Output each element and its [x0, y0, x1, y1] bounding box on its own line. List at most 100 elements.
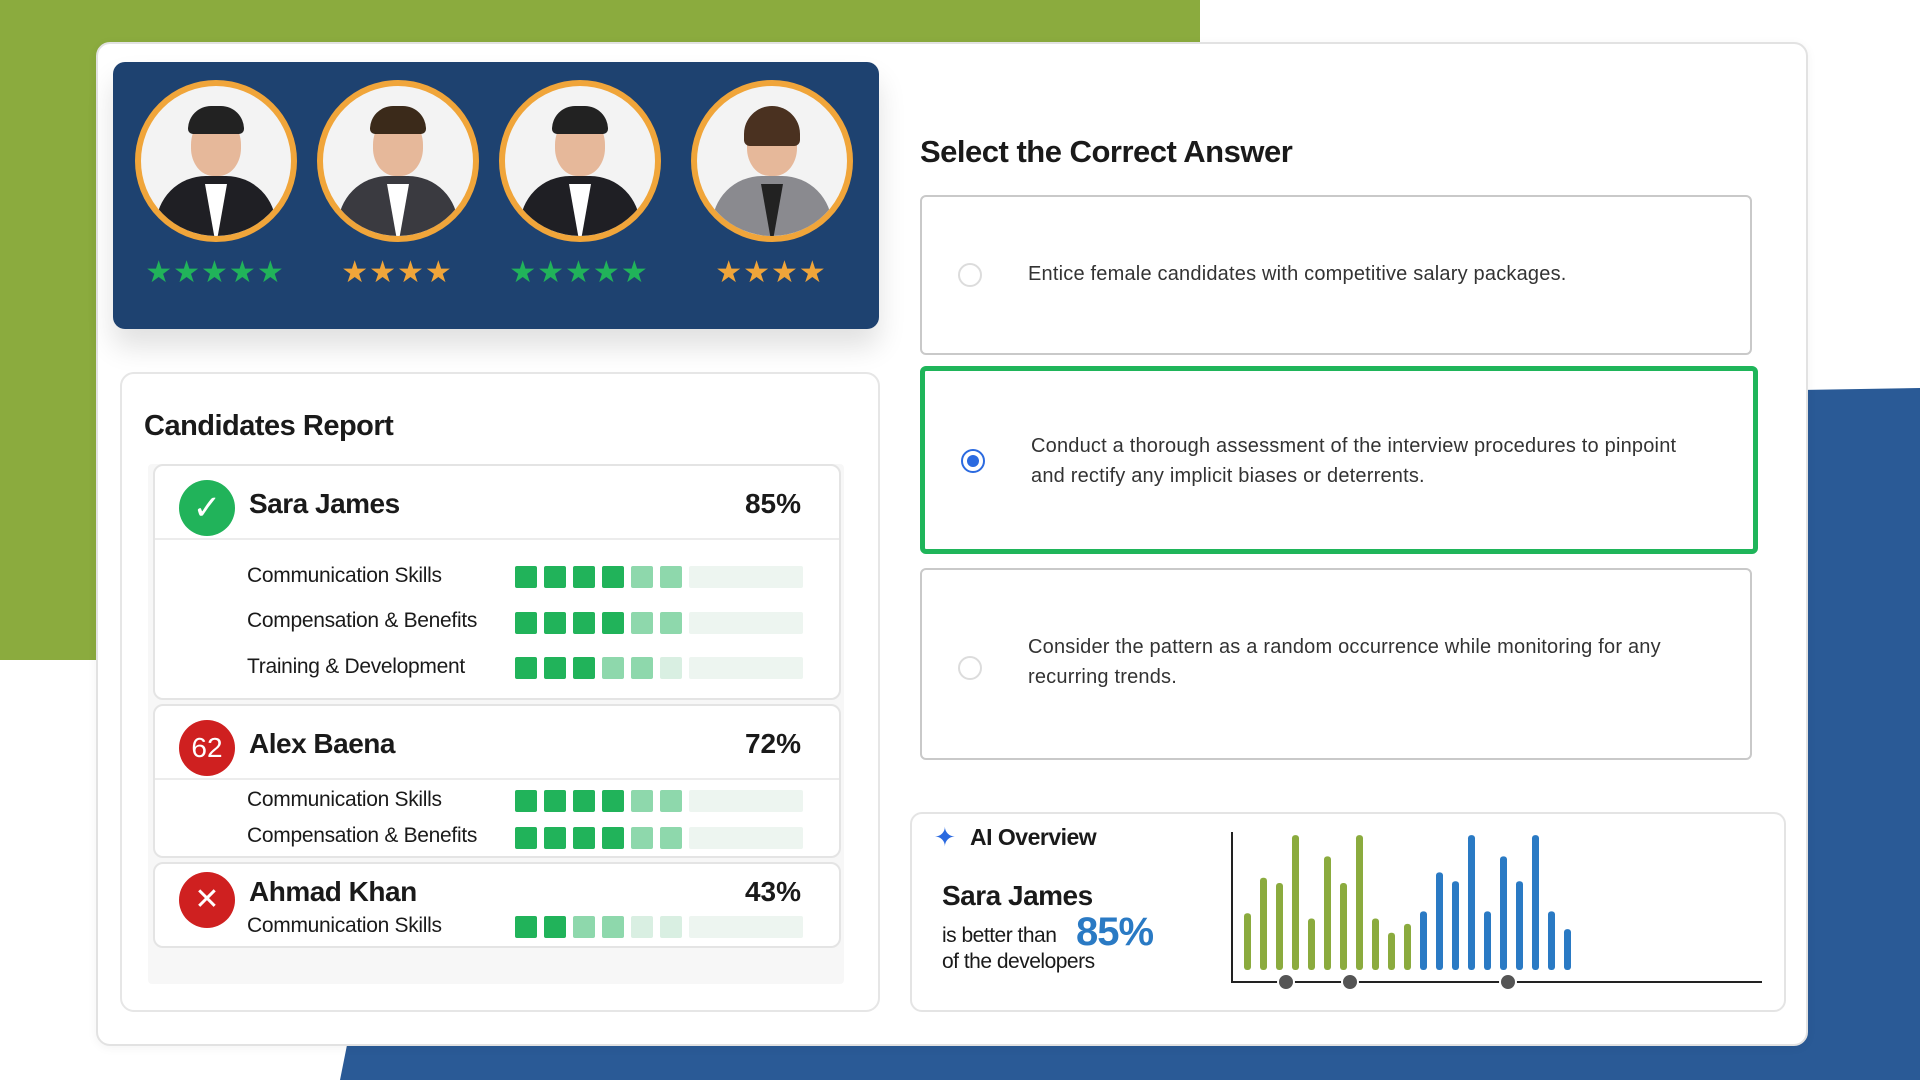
skill-bar-segment: [631, 566, 653, 588]
answer-option-3[interactable]: Consider the pattern as a random occurre…: [920, 568, 1752, 760]
skill-bar-segment: [573, 827, 595, 849]
skill-bar: [515, 790, 803, 812]
skill-bar-segment: [544, 827, 566, 849]
candidate-avatars-panel: ★★★★★ ★★★★ ★★★★★ ★★★★: [113, 62, 879, 329]
chart-bar: [1308, 918, 1315, 970]
skill-bar-segment: [602, 566, 624, 588]
answer-option-2[interactable]: Conduct a thorough assessment of the int…: [920, 366, 1758, 554]
candidate-card[interactable]: ✕ Ahmad Khan 43% Communication Skills: [153, 862, 841, 948]
chart-bar: [1500, 856, 1507, 970]
candidate-name: Sara James: [249, 488, 400, 519]
skill-bar-segment: [631, 827, 653, 849]
skill-bar-segment: [660, 916, 682, 938]
avatar: [317, 80, 479, 242]
chart-bar: [1436, 872, 1443, 970]
chart-bar: [1388, 932, 1395, 970]
skill-label: Training & Development: [247, 655, 465, 678]
question-title: Select the Correct Answer: [920, 134, 1293, 169]
skill-bar-segment: [515, 657, 537, 679]
avatar: [499, 80, 661, 242]
report-title: Candidates Report: [144, 410, 394, 442]
answer-text: Conduct a thorough assessment of the int…: [1031, 435, 1677, 487]
skill-bar-segment: [515, 566, 537, 588]
skill-bar-segment: [660, 827, 682, 849]
ai-comparison-text: is better than: [942, 924, 1057, 947]
answer-text: Entice female candidates with competitiv…: [1028, 263, 1567, 285]
skill-bar-segment: [660, 566, 682, 588]
avatar-marker: [1277, 973, 1295, 991]
skill-label: Communication Skills: [247, 564, 442, 587]
candidate-avatar-1[interactable]: ★★★★★: [135, 80, 297, 290]
skill-label: Compensation & Benefits: [247, 609, 478, 632]
skill-bar-segment: [660, 657, 682, 679]
avatar: [691, 80, 853, 242]
skill-bar-segment: [602, 916, 624, 938]
skill-bar-segment: [631, 790, 653, 812]
ai-overview-label: AI Overview: [970, 824, 1097, 850]
chart-bar: [1244, 913, 1251, 970]
skill-bar: [515, 916, 803, 938]
candidate-avatar-2[interactable]: ★★★★: [317, 80, 479, 290]
chart-bar: [1420, 911, 1427, 970]
chart-bar: [1276, 883, 1283, 970]
comparison-bar-chart: [1231, 832, 1762, 991]
candidate-avatar-4[interactable]: ★★★★: [691, 80, 853, 290]
skill-bar-segment: [515, 612, 537, 634]
chart-bar: [1548, 911, 1555, 970]
skill-bar-segment: [515, 916, 537, 938]
skill-bar-track: [689, 566, 803, 588]
chart-bar: [1452, 881, 1459, 970]
candidate-name: Alex Baena: [249, 728, 395, 759]
skill-bar-segment: [544, 657, 566, 679]
close-icon: ✕: [179, 872, 235, 928]
skill-bar-track: [689, 612, 803, 634]
candidate-list: ✓ Sara James 85% Communication Skills Co…: [148, 464, 844, 984]
answer-option-1[interactable]: Entice female candidates with competitiv…: [920, 195, 1752, 355]
skill-bar-segment: [602, 612, 624, 634]
ai-percent: 85%: [1076, 910, 1154, 954]
candidate-card[interactable]: ✓ Sara James 85% Communication Skills Co…: [153, 464, 841, 700]
skill-bar-segment: [660, 612, 682, 634]
star-rating: ★★★★: [715, 256, 827, 289]
candidate-score: 43%: [744, 876, 801, 907]
chart-bar: [1468, 835, 1475, 970]
skill-bar-segment: [573, 790, 595, 812]
skill-bar: [515, 657, 803, 679]
skill-bar-segment: [631, 612, 653, 634]
candidates-report: Candidates Report ✓ Sara James 85% Commu…: [120, 372, 880, 1012]
score-badge: 62: [179, 720, 235, 776]
background-green-strip: [0, 0, 100, 660]
skill-bar-segment: [573, 916, 595, 938]
chart-bar: [1404, 923, 1411, 970]
radio-button[interactable]: [958, 263, 982, 287]
candidate-card[interactable]: 62 Alex Baena 72% Communication Skills C…: [153, 704, 841, 858]
answer-text: Consider the pattern as a random occurre…: [1028, 636, 1661, 688]
skill-bar-segment: [602, 790, 624, 812]
star-rating: ★★★★★: [509, 256, 649, 289]
ai-candidate-name: Sara James: [942, 880, 1093, 911]
skill-bar: [515, 827, 803, 849]
skill-label: Communication Skills: [247, 788, 442, 811]
skill-bar-track: [689, 657, 803, 679]
radio-button[interactable]: [958, 656, 982, 680]
chart-bar: [1292, 835, 1299, 970]
candidate-name: Ahmad Khan: [249, 876, 417, 907]
avatar: [135, 80, 297, 242]
skill-label: Communication Skills: [247, 914, 442, 937]
candidate-score: 72%: [744, 728, 801, 759]
skill-bar-segment: [515, 790, 537, 812]
avatar-marker: [1341, 973, 1359, 991]
radio-button-selected[interactable]: [961, 449, 985, 473]
skill-label: Compensation & Benefits: [247, 824, 478, 847]
candidate-avatar-3[interactable]: ★★★★★: [499, 80, 661, 290]
skill-bar-segment: [544, 916, 566, 938]
star-rating: ★★★★: [341, 256, 453, 289]
skill-bar-segment: [573, 566, 595, 588]
star-rating: ★★★★★: [145, 256, 285, 289]
skill-bar-segment: [602, 657, 624, 679]
skill-bar-segment: [573, 612, 595, 634]
skill-bar-segment: [544, 790, 566, 812]
chart-bar: [1564, 929, 1571, 970]
skill-bar-segment: [631, 916, 653, 938]
chart-bar: [1324, 856, 1331, 970]
